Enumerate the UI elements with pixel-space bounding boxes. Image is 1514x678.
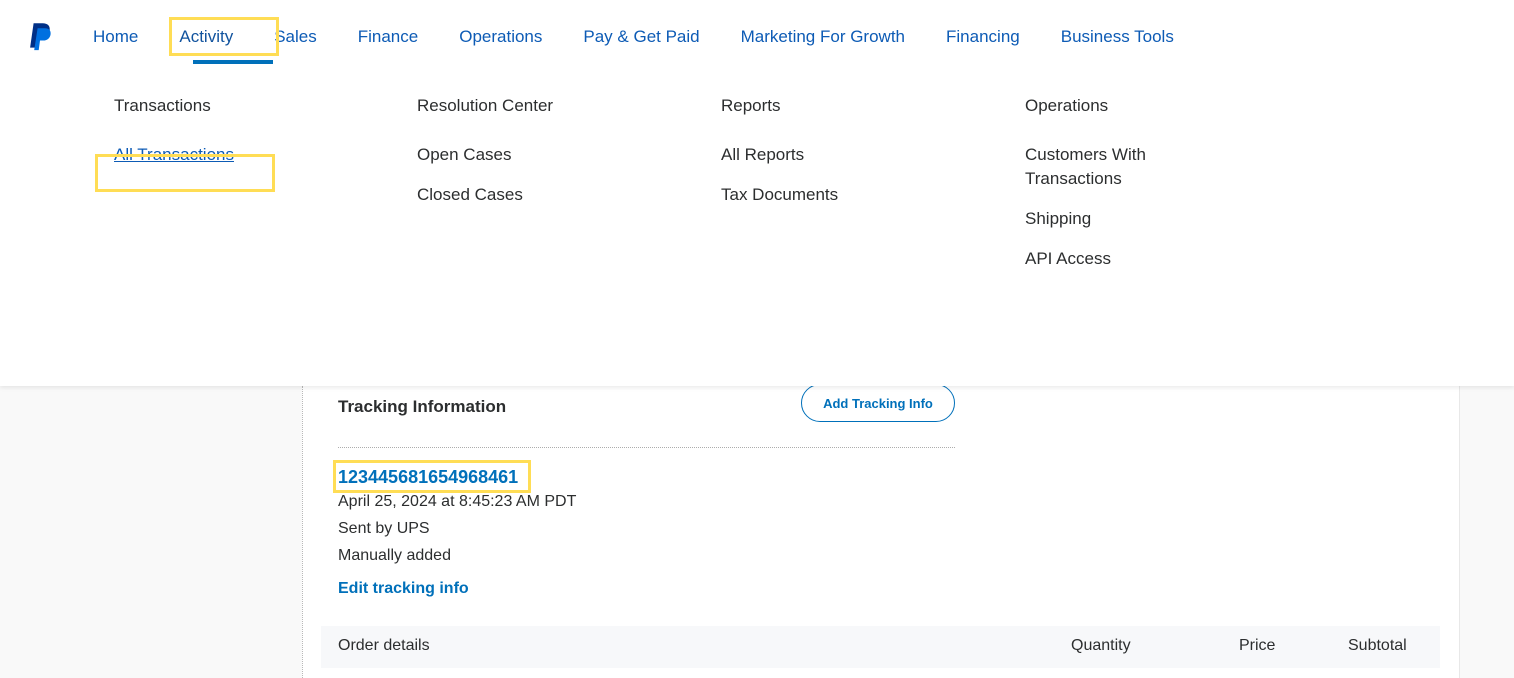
tracking-number-link[interactable]: 123445681654968461 [338,466,518,488]
nav-item-activity[interactable]: Activity [179,0,274,64]
nav-item-label: Activity [179,27,234,46]
megamenu-link-customers-with-transactions[interactable]: Customers With Transactions [1025,143,1245,191]
column-header-quantity: Quantity [1071,637,1131,654]
megamenu-column-resolution-center: Resolution Center Open Cases Closed Case… [417,95,697,223]
nav-items: Home Activity Sales Finance Operations P… [93,0,1174,74]
column-header-subtotal: Subtotal [1348,637,1407,654]
tracking-header-row: Tracking Information Add Tracking Info [338,384,1438,448]
add-tracking-info-button[interactable]: Add Tracking Info [801,384,955,422]
megamenu-link-api-access[interactable]: API Access [1025,247,1245,271]
paypal-logo-icon[interactable] [29,22,55,52]
nav-item-financing[interactable]: Financing [946,0,1020,47]
megamenu-link-closed-cases[interactable]: Closed Cases [417,183,697,207]
tracking-divider [338,447,955,448]
megamenu-column-operations: Operations Customers With Transactions S… [1025,95,1245,287]
megamenu-column-transactions: Transactions All Transactions [114,95,384,183]
nav-item-label: Pay & Get Paid [583,27,700,46]
tracking-information-section: Tracking Information Add Tracking Info 1… [338,384,1438,597]
megamenu-link-all-reports[interactable]: All Reports [721,143,1001,167]
nav-item-label: Business Tools [1060,27,1174,46]
active-tab-underline [193,60,274,64]
nav-item-label: Marketing For Growth [740,27,906,46]
tracking-section-title: Tracking Information [338,397,507,416]
megamenu-column-reports: Reports All Reports Tax Documents [721,95,1001,223]
column-header-price: Price [1239,637,1276,654]
edit-tracking-info-link[interactable]: Edit tracking info [338,575,469,602]
nav-item-label: Sales [274,27,317,46]
megamenu-heading: Transactions [114,96,211,115]
tracking-carrier: Sent by UPS [338,520,430,537]
nav-item-finance[interactable]: Finance [358,0,418,47]
nav-item-label: Operations [459,27,543,46]
nav-row: Home Activity Sales Finance Operations P… [0,0,1514,74]
nav-item-operations[interactable]: Operations [459,0,542,47]
nav-item-label: Finance [357,27,419,46]
megamenu-link-tax-documents[interactable]: Tax Documents [721,183,1001,207]
megamenu-link-open-cases[interactable]: Open Cases [417,143,697,167]
tracking-date: April 25, 2024 at 8:45:23 AM PDT [338,493,577,510]
nav-item-marketing-for-growth[interactable]: Marketing For Growth [741,0,905,47]
nav-item-label: Home [93,27,139,46]
nav-item-business-tools[interactable]: Business Tools [1061,0,1174,47]
nav-item-home[interactable]: Home [93,0,138,47]
megamenu-heading: Reports [721,96,781,115]
megamenu-heading: Resolution Center [417,96,554,115]
megamenu-heading: Operations [1025,96,1109,115]
activity-mega-menu: Transactions All Transactions Resolution… [0,95,1514,345]
order-details-table-header: Order details Quantity Price Subtotal [321,626,1440,668]
column-header-order-details: Order details [338,637,430,654]
nav-item-sales[interactable]: Sales [274,0,317,47]
nav-item-pay-and-get-paid[interactable]: Pay & Get Paid [583,0,699,47]
tracking-source: Manually added [338,547,451,564]
nav-item-label: Financing [946,27,1020,46]
tracking-details: 123445681654968461 April 25, 2024 at 8:4… [338,466,1038,602]
top-navigation-bar: Home Activity Sales Finance Operations P… [0,0,1514,386]
megamenu-link-shipping[interactable]: Shipping [1025,207,1245,231]
megamenu-link-all-transactions[interactable]: All Transactions [114,143,384,167]
